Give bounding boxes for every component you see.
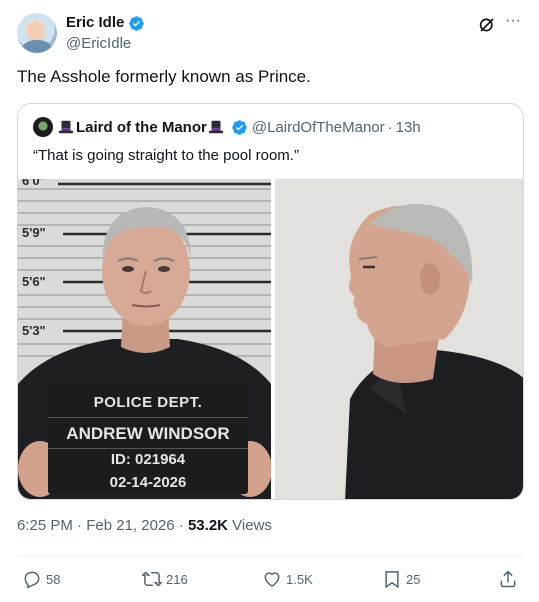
placard-name: ANDREW WINDSOR [66, 424, 230, 443]
quoted-handle[interactable]: @LairdOfTheManor [252, 119, 385, 136]
avatar-body [22, 40, 52, 53]
tophat-icon [58, 120, 74, 134]
share-button[interactable] [498, 568, 518, 590]
reply-icon [24, 571, 40, 589]
bookmark-count: 25 [406, 571, 421, 587]
verified-icon [232, 119, 247, 135]
height-label-5-6: 5'6" [22, 274, 46, 289]
quoted-tweet-card[interactable]: Laird of the Manor @LairdOfTheManor · 13… [17, 103, 524, 500]
mugshot-profile-illustration [275, 179, 523, 499]
timestamp-separator: · [77, 517, 87, 534]
like-button[interactable]: 1.5K [262, 568, 313, 590]
height-label-5-3: 5'3" [22, 323, 46, 338]
reply-button[interactable]: 58 [22, 568, 60, 590]
quoted-header: Laird of the Manor @LairdOfTheManor · 13… [33, 116, 421, 138]
placard-id: ID: 021964 [110, 451, 186, 468]
placard-date: 02-14-2026 [109, 474, 187, 491]
tweet-time[interactable]: 6:25 PM [17, 517, 73, 534]
placard-divider [48, 417, 248, 418]
height-label-6-0: 6'0" [22, 179, 46, 188]
tophat-icon [208, 120, 224, 134]
author-name[interactable]: Eric Idle [66, 13, 124, 33]
tweet-timestamp[interactable]: 6:25 PM · Feb 21, 2026 · 53.2K Views [17, 516, 272, 536]
quoted-text: “That is going straight to the pool room… [33, 147, 299, 164]
mugshot-profile-photo[interactable] [275, 179, 523, 499]
verified-icon [129, 15, 145, 31]
author-name-row[interactable]: Eric Idle [66, 13, 145, 33]
quoted-separator: · [387, 118, 393, 136]
repost-icon [142, 571, 162, 587]
author-avatar[interactable] [17, 13, 57, 53]
height-label-5-9: 5'9" [22, 225, 46, 240]
reply-count: 58 [46, 571, 61, 587]
quoted-avatar[interactable] [33, 117, 53, 137]
share-icon [500, 570, 516, 588]
tweet-date[interactable]: Feb 21, 2026 [86, 517, 174, 534]
like-count: 1.5K [286, 571, 313, 587]
grok-icon[interactable] [478, 16, 496, 34]
views-count: 53.2K [187, 517, 228, 534]
more-icon[interactable]: ··· [505, 13, 525, 34]
avatar-face [27, 22, 45, 42]
tweet-text: The Asshole formerly known as Prince. [17, 67, 311, 86]
quoted-name[interactable]: Laird of the Manor [76, 119, 207, 136]
mugshot-placard: POLICE DEPT. ANDREW WINDSOR ID: 021964 0… [48, 384, 248, 494]
author-handle[interactable]: @EricIdle [66, 34, 131, 54]
quoted-time[interactable]: 13h [396, 119, 421, 136]
mugshot-front-photo[interactable]: 6'0" 5'9" 5'6" 5'3" POLICE DEPT. ANDREW … [18, 179, 271, 499]
like-icon [264, 572, 280, 587]
repost-button[interactable]: 216 [142, 568, 188, 590]
bookmark-icon [385, 571, 399, 589]
placard-dept: POLICE DEPT. [93, 394, 203, 411]
views-label: Views [232, 517, 272, 534]
placard-divider [48, 448, 248, 449]
bookmark-button[interactable]: 25 [382, 568, 420, 590]
timestamp-separator: · [178, 517, 188, 534]
repost-count: 216 [166, 571, 188, 587]
actions-divider [17, 556, 524, 557]
